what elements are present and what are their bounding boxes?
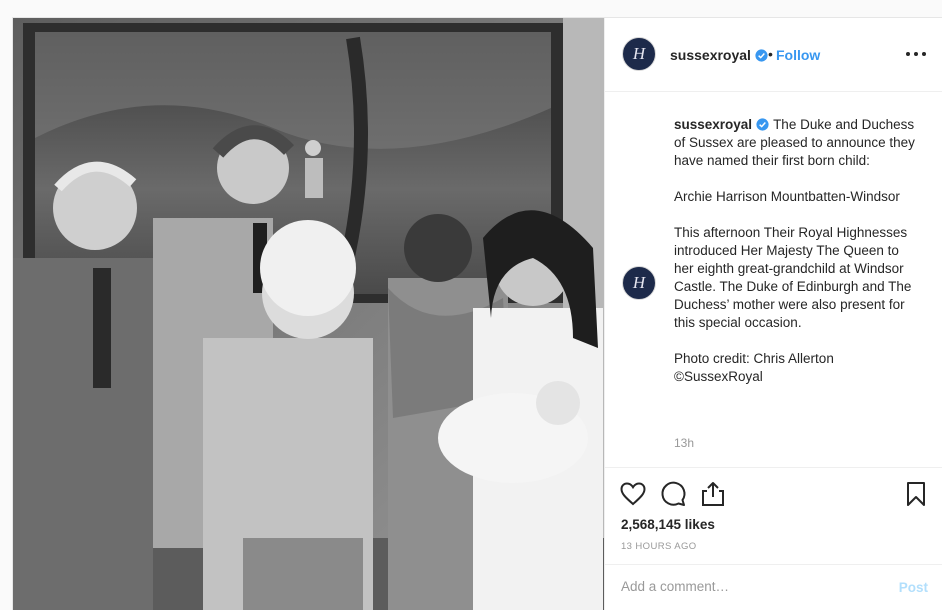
heart-icon[interactable] (619, 480, 647, 508)
share-icon[interactable] (699, 480, 727, 508)
family-photo-illustration (13, 18, 604, 610)
header-username-row: sussexroyal (670, 47, 768, 65)
avatar-monogram: H (632, 44, 646, 63)
caption-username[interactable]: sussexroyal (674, 117, 752, 132)
caption-paragraph: sussexroyal The Duke and Duchess of Susse… (674, 116, 919, 170)
verified-badge-icon (755, 49, 768, 62)
post-header: H sussexroyal • Follow (605, 18, 942, 92)
comment-form: Post (605, 564, 942, 610)
likes-count[interactable]: 2,568,145 likes (621, 517, 715, 532)
verified-badge-icon (756, 118, 769, 131)
comment-input[interactable] (621, 579, 871, 594)
caption-paragraph: Photo credit: Chris Allerton ©SussexRoya… (674, 351, 834, 384)
post-caption: sussexroyal The Duke and Duchess of Susse… (674, 116, 919, 404)
profile-avatar[interactable]: H (622, 37, 656, 71)
posted-time[interactable]: 13 HOURS AGO (621, 541, 697, 552)
avatar-monogram: H (632, 273, 646, 292)
post-side-panel: H sussexroyal • Follow H sussexroyal The … (604, 18, 942, 610)
header-username[interactable]: sussexroyal (670, 47, 751, 63)
bookmark-icon[interactable] (902, 480, 930, 508)
post-comment-button[interactable]: Post (899, 580, 928, 595)
comment-bubble-icon[interactable] (659, 480, 687, 508)
follow-button[interactable]: Follow (776, 47, 820, 63)
caption-paragraph: This afternoon Their Royal Highnesses in… (674, 225, 912, 330)
separator-dot: • (768, 46, 773, 62)
more-dot (922, 52, 926, 56)
post-actions: 2,568,145 likes 13 HOURS AGO Post (605, 467, 942, 610)
instagram-post: H sussexroyal • Follow H sussexroyal The … (12, 17, 942, 610)
more-dot (906, 52, 910, 56)
post-photo[interactable] (13, 18, 604, 610)
more-dot (914, 52, 918, 56)
caption-avatar[interactable]: H (622, 266, 656, 300)
caption-timestamp[interactable]: 13h (674, 436, 694, 450)
more-options-icon[interactable] (906, 44, 926, 64)
caption-paragraph: Archie Harrison Mountbatten-Windsor (674, 189, 900, 204)
